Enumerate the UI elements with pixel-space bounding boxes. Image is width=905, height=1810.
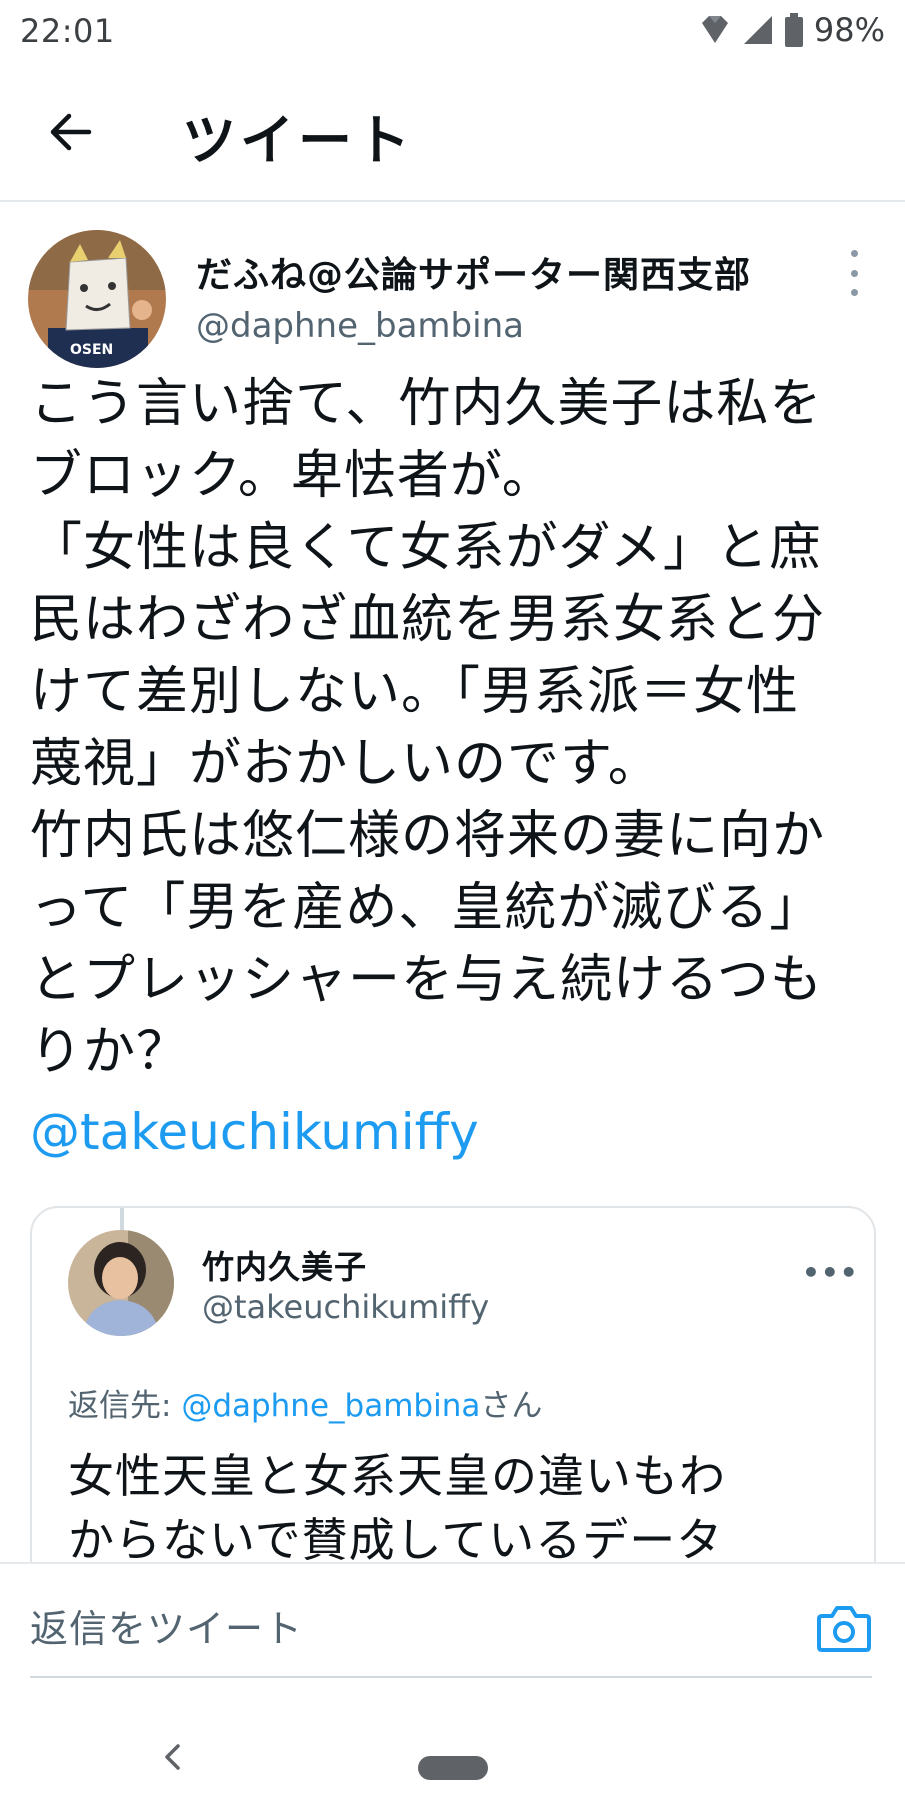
- tweet-text-line: りか？: [30, 1022, 190, 1082]
- signal-icon: [743, 16, 772, 44]
- svg-text:OSEN: OSEN: [70, 342, 113, 358]
- quoted-author-avatar[interactable]: [68, 1230, 174, 1336]
- tweet-text-line: 「女性は良くて女系がダメ」と庶: [30, 518, 822, 578]
- quoted-author-handle[interactable]: @takeuchikumiffy: [202, 1288, 489, 1326]
- app-header: ツイート: [0, 62, 905, 202]
- quoted-tweet-card[interactable]: 竹内久美子 @takeuchikumiffy ••• 返信先: @daphne_…: [30, 1206, 876, 1610]
- tweet-text-line: 民はわざわざ血統を男系女系と分: [30, 590, 826, 650]
- tweet-text-line: 竹内氏は悠仁様の将来の妻に向か: [30, 806, 826, 866]
- reply-context: 返信先: @daphne_bambinaさん: [68, 1380, 542, 1425]
- quoted-author-name[interactable]: 竹内久美子: [202, 1242, 367, 1288]
- tweet-text-line: こう言い捨て、竹内久美子は私を: [30, 374, 823, 434]
- arrow-left-icon: [50, 113, 92, 151]
- nav-home-pill[interactable]: [418, 1756, 488, 1780]
- avatar-image: [68, 1230, 174, 1336]
- system-nav-bar: [0, 1700, 905, 1810]
- nav-back-button[interactable]: [158, 1742, 188, 1772]
- battery-icon: [784, 13, 803, 47]
- tweet-text-line: って「男を産め、皇統が滅びる」: [30, 878, 823, 938]
- tweet-text-line: とプレッシャーを与え続けるつも: [30, 950, 823, 1010]
- more-horizontal-icon[interactable]: •••: [802, 1256, 859, 1289]
- tweet-text: こう言い捨て、竹内久美子は私を ブロック。卑怯者が。 「女性は良くて女系がダメ」…: [30, 368, 890, 1168]
- camera-button[interactable]: [816, 1602, 872, 1654]
- mention-link[interactable]: @takeuchikumiffy: [30, 1096, 890, 1168]
- avatar-image: OSEN: [28, 230, 166, 368]
- author-handle[interactable]: @daphne_bambina: [196, 306, 524, 346]
- reply-handle-link[interactable]: @daphne_bambina: [181, 1388, 480, 1424]
- status-bar: 22:01 98%: [0, 0, 905, 62]
- tweet-text-line: 蔑視」がおかしいのです。: [30, 734, 661, 794]
- status-time: 22:01: [20, 12, 115, 50]
- author-name[interactable]: だふね@公論サポーター関西支部: [196, 246, 751, 298]
- reply-input-underline: [30, 1676, 872, 1678]
- reply-composer-bar: 返信をツイート: [0, 1562, 905, 1680]
- tweet-text-line: ブロック。卑怯者が。: [30, 446, 555, 506]
- author-avatar[interactable]: OSEN: [28, 230, 166, 368]
- nav-back-icon: [165, 1744, 180, 1770]
- battery-percent: 98%: [813, 11, 885, 49]
- reply-input[interactable]: 返信をツイート: [30, 1598, 303, 1653]
- reply-suffix: さん: [480, 1388, 543, 1424]
- more-vertical-icon[interactable]: [846, 250, 862, 296]
- data-saver-icon: [701, 16, 728, 43]
- page-title: ツイート: [182, 109, 414, 172]
- back-button[interactable]: [40, 102, 100, 162]
- reply-prefix: 返信先:: [68, 1388, 182, 1424]
- quoted-text-line: 女性天皇と女系天皇の違いもわ: [68, 1449, 726, 1503]
- quoted-tweet-text: 女性天皇と女系天皇の違いもわ からないで賛成しているデータ: [68, 1444, 848, 1572]
- tweet-text-line: けて差別しない。「男系派＝女性: [30, 662, 800, 722]
- status-icons: 98%: [698, 10, 885, 50]
- camera-icon: [817, 1606, 871, 1652]
